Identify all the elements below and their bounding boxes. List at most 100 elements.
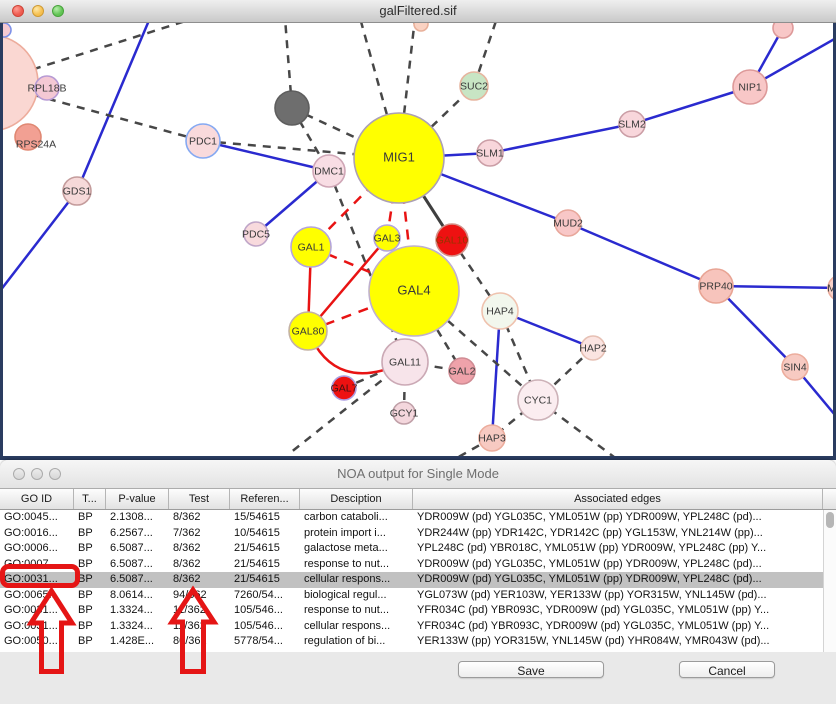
node-label-PDC5: PDC5	[242, 229, 270, 241]
table-cell: 1.3324...	[106, 619, 169, 635]
table-cell: 8/362	[169, 557, 230, 573]
table-cell: YGL073W (pd) YER103W, YER133W (pp) YOR31…	[413, 588, 823, 604]
table-cell: 8/362	[169, 541, 230, 557]
node-toppink[interactable]	[773, 23, 793, 38]
table-cell: YDR009W (pd) YGL035C, YML051W (pp) YDR00…	[413, 557, 823, 573]
column-header-test[interactable]: Test	[169, 489, 230, 509]
network-edge[interactable]	[632, 87, 750, 124]
table-cell: regulation of bi...	[300, 634, 413, 650]
network-edge[interactable]	[716, 286, 836, 288]
network-edge[interactable]	[568, 223, 716, 286]
table-cell: 6.5087...	[106, 541, 169, 557]
table-cell: 2.1308...	[106, 510, 169, 526]
node-label-HAP3: HAP3	[478, 433, 506, 445]
node-label-SLM1: SLM1	[476, 148, 504, 160]
table-cell: BP	[74, 541, 106, 557]
table-header: GO IDT...P-valueTestReferen...Desciption…	[0, 489, 836, 510]
table-cell: GO:0065...	[0, 588, 74, 604]
column-header-referen[interactable]: Referen...	[230, 489, 300, 509]
table-cell: protein import i...	[300, 526, 413, 542]
table-row[interactable]: GO:0065...BP8.0614...94/3627260/54...bio…	[0, 588, 836, 604]
table-cell: galactose meta...	[300, 541, 413, 557]
table-row[interactable]: GO:0045...BP2.1308...8/36215/54615carbon…	[0, 510, 836, 526]
table-cell: 8/362	[169, 510, 230, 526]
vertical-scrollbar[interactable]	[823, 510, 836, 652]
table-row[interactable]: GO:0007...BP6.5087...8/36221/54615respon…	[0, 557, 836, 573]
scrollbar-thumb[interactable]	[826, 512, 834, 528]
table-cell: 8.0614...	[106, 588, 169, 604]
table-cell: 11/362	[169, 619, 230, 635]
noa-window-titlebar: NOA output for Single Mode	[0, 460, 836, 489]
node-label-HAP4: HAP4	[486, 306, 514, 318]
table-cell: GO:0007...	[0, 557, 74, 573]
table-cell: 15/54615	[230, 510, 300, 526]
table-cell: 7/362	[169, 526, 230, 542]
table-row[interactable]: GO:0006...BP6.5087...8/36221/54615galact…	[0, 541, 836, 557]
table-row[interactable]: GO:0031...BP1.3324...11/362105/546...cel…	[0, 619, 836, 635]
column-header-goid[interactable]: GO ID	[0, 489, 74, 509]
table-cell: 7260/54...	[230, 588, 300, 604]
cancel-button[interactable]: Cancel	[679, 661, 775, 678]
node-toppeach[interactable]	[414, 23, 428, 31]
table-cell: 1.3324...	[106, 603, 169, 619]
table-row[interactable]: GO:0050...BP1.428E...80/3625778/54...reg…	[0, 634, 836, 650]
node-cornertiny[interactable]	[0, 23, 11, 37]
table-cell: biological regul...	[300, 588, 413, 604]
node-label-GDS1: GDS1	[63, 186, 92, 198]
network-edge[interactable]	[77, 23, 150, 191]
network-edge[interactable]	[0, 191, 77, 291]
network-edge[interactable]	[492, 311, 500, 438]
node-label-CYC1: CYC1	[524, 395, 552, 407]
table-cell: cellular respons...	[300, 619, 413, 635]
node-label-PRP40: PRP40	[699, 281, 732, 293]
node-label-HAP2: HAP2	[579, 343, 607, 355]
table-cell: 105/546...	[230, 619, 300, 635]
table-row[interactable]: GO:0031...BP6.5087...8/36221/54615cellul…	[0, 572, 836, 588]
table-cell: BP	[74, 557, 106, 573]
table-cell: 21/54615	[230, 557, 300, 573]
table-cell: GO:0045...	[0, 510, 74, 526]
column-header-pvalue[interactable]: P-value	[106, 489, 169, 509]
node-label-GAL7: GAL7	[331, 383, 358, 395]
node-graynode[interactable]	[275, 91, 309, 125]
table-row[interactable]: GO:0016...BP6.2567...7/36210/54615protei…	[0, 526, 836, 542]
node-label-GCY1: GCY1	[390, 408, 419, 420]
table-cell: YDR244W (pp) YDR142C, YDR142C (pp) YGL15…	[413, 526, 823, 542]
node-label-RPS24A: RPS24A	[16, 139, 56, 151]
save-button[interactable]: Save	[458, 661, 604, 678]
node-label-PDC1: PDC1	[189, 136, 217, 148]
node-label-GAL4: GAL4	[397, 283, 430, 298]
table-cell: 10/54615	[230, 526, 300, 542]
column-header-associatededges[interactable]: Associated edges	[413, 489, 823, 509]
table-cell: GO:0031...	[0, 572, 74, 588]
main-window-title: galFiltered.sif	[0, 3, 836, 18]
table-cell: YDR009W (pd) YGL035C, YML051W (pp) YDR00…	[413, 510, 823, 526]
table-cell: 5778/54...	[230, 634, 300, 650]
table-cell: 6.2567...	[106, 526, 169, 542]
table-cell: cellular respons...	[300, 572, 413, 588]
column-header-desciption[interactable]: Desciption	[300, 489, 413, 509]
node-label-RPL18B: RPL18B	[27, 83, 66, 95]
table-cell: BP	[74, 619, 106, 635]
table-row[interactable]: GO:0031...BP1.3324...11/362105/546...res…	[0, 603, 836, 619]
network-edge[interactable]	[490, 124, 632, 153]
noa-window: NOA output for Single Mode GO IDT...P-va…	[0, 460, 836, 704]
table-cell: GO:0006...	[0, 541, 74, 557]
table-cell: carbon cataboli...	[300, 510, 413, 526]
table-cell: GO:0050...	[0, 634, 74, 650]
table-cell: YPL248C (pd) YBR018C, YML051W (pp) YDR00…	[413, 541, 823, 557]
table-cell: GO:0031...	[0, 619, 74, 635]
node-label-DMC1: DMC1	[314, 166, 344, 178]
column-header-t[interactable]: T...	[74, 489, 106, 509]
table-cell: 11/362	[169, 603, 230, 619]
node-label-NIP1: NIP1	[738, 82, 762, 94]
node-label-MUD2: MUD2	[553, 218, 583, 230]
node-label-SLM2: SLM2	[618, 119, 646, 131]
table-cell: 105/546...	[230, 603, 300, 619]
table-cell: YDR009W (pd) YGL035C, YML051W (pp) YDR00…	[413, 572, 823, 588]
table-cell: 94/362	[169, 588, 230, 604]
table-cell: BP	[74, 572, 106, 588]
network-canvas[interactable]: RPL18BRPS24AGDS1PDC1DMC1MIG1SUC2SLM1SLM2…	[0, 23, 836, 460]
table-cell: 6.5087...	[106, 572, 169, 588]
table-cell: BP	[74, 634, 106, 650]
